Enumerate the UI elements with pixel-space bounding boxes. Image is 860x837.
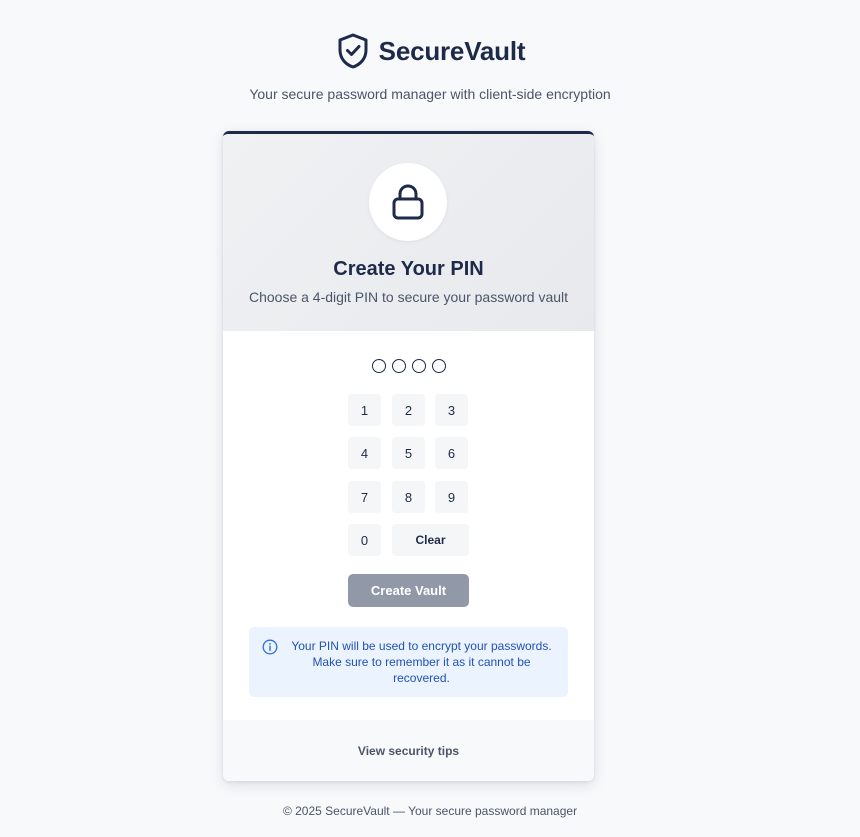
security-tips-link[interactable]: View security tips [358,744,459,758]
shield-check-icon [338,33,368,69]
lock-icon [392,184,424,220]
pin-dot-1 [371,359,386,373]
info-notice: Your PIN will be used to encrypt your pa… [249,627,568,697]
keypad-key-4[interactable]: 4 [348,437,381,469]
create-pin-card: Create Your PIN Choose a 4-digit PIN to … [223,131,594,781]
keypad-key-2[interactable]: 2 [392,394,425,426]
card-header: Create Your PIN Choose a 4-digit PIN to … [223,134,594,331]
keypad-key-9[interactable]: 9 [435,481,468,513]
card-title: Create Your PIN [333,258,484,280]
keypad-key-5[interactable]: 5 [392,437,425,469]
app-title: SecureVault [378,35,526,66]
keypad-key-7[interactable]: 7 [348,481,381,513]
app-tagline: Your secure password manager with client… [249,86,611,102]
keypad-key-8[interactable]: 8 [392,481,425,513]
keypad-key-0[interactable]: 0 [348,524,381,556]
keypad-key-3[interactable]: 3 [435,394,468,426]
pin-dot-2 [391,359,406,373]
pin-indicator [223,359,594,373]
info-circle-icon [262,639,278,655]
create-vault-button[interactable]: Create Vault [348,574,469,607]
lock-badge [369,163,447,241]
info-text: Your PIN will be used to encrypt your pa… [291,639,552,685]
card-footer: View security tips [223,720,594,781]
keypad-key-1[interactable]: 1 [348,394,381,426]
clear-button[interactable]: Clear [392,524,469,556]
pin-dot-4 [431,359,446,373]
brand-header: SecureVault [0,32,860,70]
pin-dot-3 [411,359,426,373]
copyright-text: © 2025 SecureVault — Your secure passwor… [282,804,578,818]
card-subtitle: Choose a 4-digit PIN to secure your pass… [248,289,569,305]
keypad-key-6[interactable]: 6 [435,437,468,469]
